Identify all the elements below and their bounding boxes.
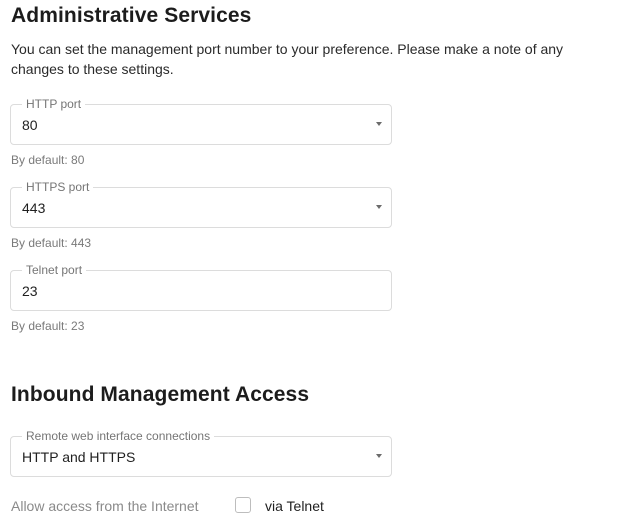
https-port-select[interactable]: HTTPS port 443 (10, 180, 392, 228)
https-port-value: 443 (22, 200, 46, 216)
telnet-port-hint: By default: 23 (11, 319, 85, 333)
http-port-select[interactable]: HTTP port 80 (10, 97, 392, 145)
remote-web-connections-value: HTTP and HTTPS (22, 449, 136, 465)
https-port-label: HTTPS port (22, 180, 94, 194)
remote-web-connections-label: Remote web interface connections (22, 429, 215, 443)
inbound-management-access-title: Inbound Management Access (11, 383, 310, 406)
telnet-port-label: Telnet port (22, 263, 87, 277)
chevron-down-icon[interactable] (376, 122, 382, 126)
internet-access-label: Allow access from the Internet (11, 498, 199, 514)
settings-page: Administrative Services You can set the … (0, 0, 619, 526)
chevron-down-icon[interactable] (376, 454, 382, 458)
telnet-access-checkbox[interactable] (235, 497, 251, 513)
chevron-down-icon[interactable] (376, 205, 382, 209)
telnet-port-value[interactable]: 23 (22, 283, 38, 299)
administrative-services-title: Administrative Services (11, 4, 252, 27)
http-port-value: 80 (22, 117, 38, 133)
telnet-port-input[interactable]: Telnet port 23 (10, 263, 392, 311)
telnet-access-checkbox-label[interactable]: via Telnet (265, 497, 324, 515)
administrative-services-description: You can set the management port number t… (11, 41, 564, 77)
remote-web-connections-select[interactable]: Remote web interface connections HTTP an… (10, 429, 392, 477)
https-port-hint: By default: 443 (11, 236, 92, 250)
http-port-hint: By default: 80 (11, 153, 85, 167)
http-port-label: HTTP port (22, 97, 86, 111)
